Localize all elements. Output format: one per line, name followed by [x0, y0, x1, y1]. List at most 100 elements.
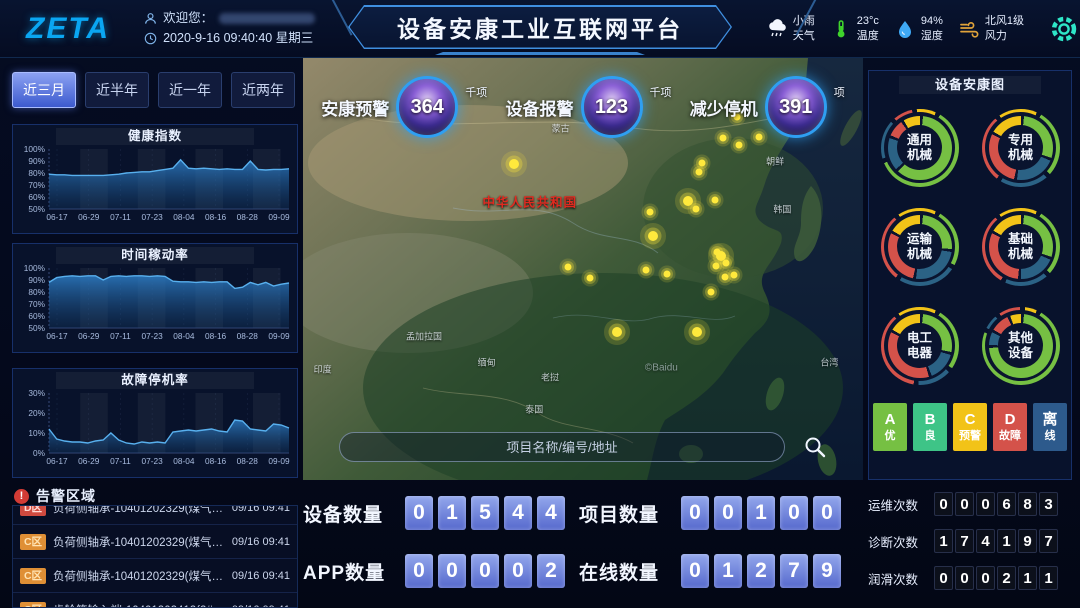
- ops-digit-box: 7: [1039, 529, 1058, 553]
- svg-text:20%: 20%: [28, 408, 45, 418]
- counter-APP数量: APP数量00002: [303, 554, 579, 588]
- username-redacted: [219, 13, 315, 24]
- digit-box: 0: [681, 554, 709, 588]
- ops-digits: 000683: [934, 492, 1058, 516]
- counter-digits: 01544: [405, 496, 565, 530]
- counter-label: APP数量: [303, 558, 405, 585]
- alert-row[interactable]: C区负荷侧轴承-10401202329(煤气引风机电...09/16 09:41: [13, 525, 297, 559]
- digit-box: 4: [504, 496, 532, 530]
- gauge-label: 通用机械: [881, 109, 959, 187]
- svg-text:08-04: 08-04: [173, 456, 195, 466]
- svg-text:80%: 80%: [28, 287, 45, 297]
- user-block: 欢迎您： 2020-9-16 09:40:40 星期三: [144, 9, 315, 48]
- svg-text:09-09: 09-09: [268, 212, 290, 222]
- weather-label: 湿度: [921, 29, 943, 43]
- kpi-减少停机: 减少停机391项: [690, 76, 845, 138]
- weather-value: 23°c: [857, 14, 879, 28]
- gear-icon[interactable]: [1048, 13, 1080, 45]
- wind-icon: [958, 18, 980, 40]
- alert-zone-badge: C区: [20, 568, 46, 584]
- zeta-logo: ZETA: [26, 12, 110, 46]
- ops-digit-box: 0: [934, 492, 953, 516]
- kpi-设备报警: 设备报警123千项: [506, 76, 672, 138]
- ops-运维次数: 运维次数000683: [868, 492, 1074, 516]
- weather-温度: 23°c温度: [830, 14, 879, 43]
- kpi-stats-row: 安康预警364千项设备报警123千项减少停机391项: [303, 68, 863, 146]
- kpi-ring: 391: [765, 76, 827, 138]
- legend-预警: C预警: [953, 403, 987, 451]
- legend-grade: B: [925, 411, 936, 429]
- svg-text:06-29: 06-29: [78, 456, 100, 466]
- alert-row[interactable]: C区齿轮箱输入端-10401202412(2#（2V）...09/16 09:4…: [13, 593, 297, 608]
- counter-digits: 01279: [681, 554, 841, 588]
- digit-box: 0: [780, 496, 808, 530]
- digit-box: 2: [747, 554, 775, 588]
- gauge-专用机械: 专用机械: [982, 109, 1060, 187]
- tab-近两年[interactable]: 近两年: [231, 72, 295, 108]
- svg-text:70%: 70%: [28, 180, 45, 190]
- svg-text:06-29: 06-29: [78, 331, 100, 341]
- ops-counters: 运维次数000683诊断次数174197润滑次数000211: [868, 492, 1074, 603]
- ops-digits: 000211: [934, 566, 1058, 590]
- ops-润滑次数: 润滑次数000211: [868, 566, 1074, 590]
- search-icon[interactable]: [803, 435, 827, 459]
- digit-box: 0: [438, 554, 466, 588]
- digit-box: 1: [747, 496, 775, 530]
- legend-grade: 离: [1042, 411, 1057, 429]
- svg-text:90%: 90%: [28, 156, 45, 166]
- tab-近一年[interactable]: 近一年: [158, 72, 222, 108]
- digit-box: 0: [471, 554, 499, 588]
- map-search-bar: [303, 430, 863, 464]
- ops-label: 运维次数: [868, 495, 934, 514]
- alert-area-title: 告警区域: [36, 486, 96, 506]
- gauge-电工电器: 电工电器: [881, 307, 959, 385]
- device-counters: 设备数量01544项目数量00100APP数量00002在线数量01279: [303, 484, 863, 608]
- alert-zone-badge: C区: [20, 602, 46, 608]
- legend-label: 优: [885, 429, 896, 443]
- digit-box: 1: [714, 554, 742, 588]
- welcome-label: 欢迎您：: [163, 9, 213, 28]
- legend-grade: D: [1005, 411, 1016, 429]
- counter-digits: 00100: [681, 496, 841, 530]
- alert-list: D区负荷侧轴承-10401202329(煤气引风机电...09/16 09:41…: [13, 505, 297, 608]
- alert-list-box: D区负荷侧轴承-10401202329(煤气引风机电...09/16 09:41…: [12, 505, 298, 608]
- ops-digit-box: 1: [934, 529, 953, 553]
- legend-故障: D故障: [993, 403, 1027, 451]
- kpi-label: 减少停机: [690, 95, 758, 120]
- time-utilization-chart: 100%90%80%70%60%50%06-1706-2907-1107-230…: [13, 244, 299, 354]
- svg-text:07-23: 07-23: [142, 212, 164, 222]
- alert-time: 09/16 09:41: [232, 536, 290, 548]
- legend-label: 线: [1045, 429, 1056, 443]
- counter-row: 设备数量01544项目数量00100: [303, 496, 863, 530]
- svg-text:08-16: 08-16: [205, 456, 227, 466]
- kpi-label: 安康预警: [321, 95, 389, 120]
- alert-zone-badge: D区: [20, 505, 46, 516]
- search-input[interactable]: [339, 432, 785, 462]
- svg-text:09-09: 09-09: [268, 456, 290, 466]
- alert-row[interactable]: C区负荷侧轴承-10401202329(煤气引风机电...09/16 09:41: [13, 559, 297, 593]
- title-underline: [435, 52, 645, 55]
- ops-digit-box: 1: [997, 529, 1016, 553]
- map-label-老挝: 老挝: [541, 371, 559, 384]
- tab-近三月[interactable]: 近三月: [12, 72, 76, 108]
- counter-label: 在线数量: [579, 558, 681, 585]
- tab-近半年[interactable]: 近半年: [85, 72, 149, 108]
- alert-zone-badge: C区: [20, 534, 46, 550]
- map-label-泰国: 泰国: [525, 402, 543, 415]
- svg-text:07-11: 07-11: [110, 331, 131, 341]
- svg-text:08-28: 08-28: [237, 212, 259, 222]
- counter-row: APP数量00002在线数量01279: [303, 554, 863, 588]
- alert-text: 负荷侧轴承-10401202329(煤气引风机电...: [53, 505, 226, 516]
- gauge-cell: 通用机械: [869, 98, 970, 197]
- digit-box: 2: [537, 554, 565, 588]
- ops-label: 诊断次数: [868, 532, 934, 551]
- map-label-台湾: 台湾: [820, 355, 838, 368]
- map-label-朝鲜: 朝鲜: [766, 155, 784, 168]
- digit-box: 0: [504, 554, 532, 588]
- alert-row[interactable]: D区负荷侧轴承-10401202329(煤气引风机电...09/16 09:41: [13, 505, 297, 525]
- alert-text: 齿轮箱输入端-10401202412(2#（2V）...: [53, 602, 226, 608]
- svg-text:10%: 10%: [28, 428, 45, 438]
- person-icon: [144, 12, 157, 25]
- ops-digits: 174197: [934, 529, 1058, 553]
- health-legend: A优B良C预警D故障离线: [869, 403, 1071, 451]
